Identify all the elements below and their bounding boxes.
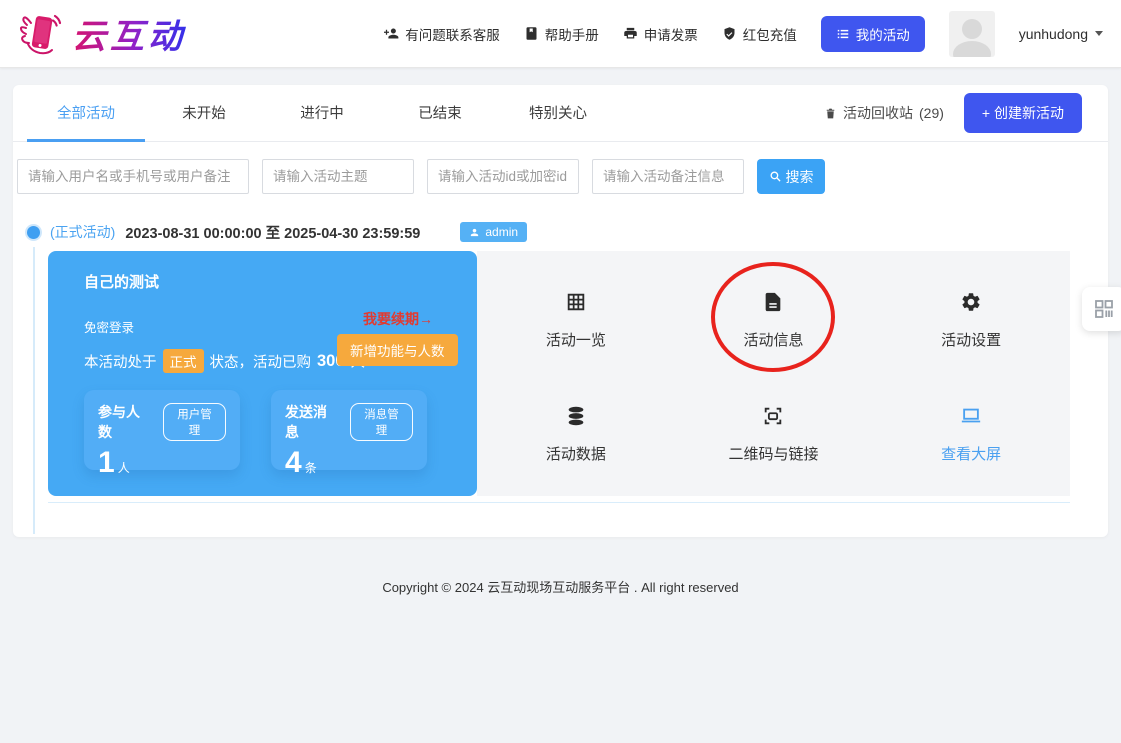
main-panel: 全部活动 未开始 进行中 已结束 特别关心 活动回收站 (29) + 创建新活动…	[13, 85, 1108, 537]
nav-label: 帮助手册	[545, 24, 599, 44]
messages-unit: 条	[305, 461, 317, 475]
nav-request-invoice[interactable]: 申请发票	[623, 24, 698, 44]
recycle-bin-label: 活动回收站	[843, 103, 913, 123]
recycle-bin-count: (29)	[919, 105, 944, 121]
nav-label: 红包充值	[743, 24, 797, 44]
participants-label: 参与人数	[98, 402, 153, 442]
action-label: 活动数据	[546, 443, 606, 464]
action-label: 活动设置	[941, 329, 1001, 350]
tab-all-activities[interactable]: 全部活动	[27, 85, 145, 142]
list-icon	[836, 27, 850, 41]
activity-row: 自己的测试 免密登录 我要续期→ 本活动处于 正式 状态，活动已购 300 人 …	[48, 251, 1070, 496]
book-icon	[524, 26, 539, 41]
messages-label: 发送消息	[285, 402, 340, 442]
action-view-big-screen[interactable]: 查看大屏	[872, 378, 1070, 493]
tab-ended[interactable]: 已结束	[381, 85, 499, 142]
participants-value: 1	[98, 446, 115, 479]
copyright-text: Copyright © 2024 云互动现场互动服务平台 . All right…	[382, 580, 738, 595]
search-note-input[interactable]	[592, 159, 744, 194]
quick-nav-button[interactable]	[1082, 287, 1121, 331]
stats-row: 参与人数 用户管理 1人 发送消息 消息管理 4条	[84, 390, 477, 470]
user-management-button[interactable]: 用户管理	[163, 403, 226, 441]
action-label: 活动信息	[743, 329, 803, 350]
status-middle: 状态，活动已购	[210, 351, 312, 372]
database-icon	[565, 405, 587, 427]
my-activities-button[interactable]: 我的活动	[821, 16, 925, 52]
renew-link[interactable]: 我要续期→	[363, 309, 433, 329]
search-topic-input[interactable]	[262, 159, 414, 194]
activity-title[interactable]: 自己的测试	[84, 271, 477, 292]
messages-value: 4	[285, 446, 302, 479]
tab-special-follow[interactable]: 特别关心	[499, 85, 617, 142]
logo-text: 云互动	[72, 9, 186, 58]
document-icon	[762, 291, 784, 313]
header-nav: 有问题联系客服 帮助手册 申请发票 红包充值 我的活动	[384, 11, 1103, 57]
activity-row-header: (正式活动) 2023-08-31 00:00:00 至 2025-04-30 …	[27, 222, 1108, 242]
search-icon	[769, 170, 782, 183]
upgrade-button[interactable]: 新增功能与人数	[337, 334, 458, 366]
tabs-row: 全部活动 未开始 进行中 已结束 特别关心 活动回收站 (29) + 创建新活动	[13, 85, 1108, 142]
row-divider	[48, 502, 1070, 503]
nav-label: 有问题联系客服	[405, 24, 500, 44]
activity-card[interactable]: 自己的测试 免密登录 我要续期→ 本活动处于 正式 状态，活动已购 300 人 …	[48, 251, 477, 496]
shield-check-icon	[722, 26, 737, 41]
gear-icon	[960, 291, 982, 313]
message-management-button[interactable]: 消息管理	[350, 403, 413, 441]
apps-layout-icon	[1092, 297, 1116, 321]
owner-badge: admin	[460, 222, 527, 242]
status-prefix: 本活动处于	[84, 351, 157, 372]
action-activity-data[interactable]: 活动数据	[477, 378, 675, 493]
top-header: 云互动 有问题联系客服 帮助手册 申请发票 红包充值	[0, 0, 1121, 68]
printer-icon	[623, 26, 638, 41]
username: yunhudong	[1019, 26, 1088, 42]
person-icon	[469, 227, 480, 238]
search-button-label: 搜索	[786, 167, 814, 187]
user-menu[interactable]: yunhudong	[1019, 26, 1103, 42]
action-label: 查看大屏	[941, 443, 1001, 464]
user-plus-icon	[384, 26, 399, 41]
grid-icon	[565, 291, 587, 313]
search-row: 搜索	[13, 142, 1108, 194]
action-activity-info[interactable]: 活动信息	[675, 263, 873, 378]
activity-status-dot	[27, 226, 40, 239]
nav-red-packet-recharge[interactable]: 红包充值	[722, 24, 797, 44]
my-activities-label: 我的活动	[856, 24, 910, 44]
nav-help-manual[interactable]: 帮助手册	[524, 24, 599, 44]
avatar[interactable]	[949, 11, 995, 57]
participants-stat-box: 参与人数 用户管理 1人	[84, 390, 240, 470]
action-label: 二维码与链接	[728, 443, 818, 464]
messages-stat-box: 发送消息 消息管理 4条	[271, 390, 427, 470]
activity-date-range: 2023-08-31 00:00:00 至 2025-04-30 23:59:5…	[125, 222, 420, 243]
logo[interactable]: 云互动	[18, 9, 186, 58]
chevron-down-icon	[1095, 31, 1103, 36]
search-id-input[interactable]	[427, 159, 579, 194]
owner-badge-label: admin	[485, 225, 518, 239]
action-label: 活动一览	[546, 329, 606, 350]
search-button[interactable]: 搜索	[757, 159, 825, 194]
logo-phone-icon	[18, 10, 66, 58]
status-badge: 正式	[163, 349, 204, 373]
action-activity-overview[interactable]: 活动一览	[477, 263, 675, 378]
laptop-icon	[960, 405, 982, 427]
action-activity-settings[interactable]: 活动设置	[872, 263, 1070, 378]
action-qrcode-links[interactable]: 二维码与链接	[675, 378, 873, 493]
tab-in-progress[interactable]: 进行中	[263, 85, 381, 142]
participants-unit: 人	[118, 461, 130, 475]
activity-type-label: (正式活动)	[50, 222, 115, 242]
trash-icon	[824, 107, 837, 120]
qrcode-scan-icon	[762, 405, 784, 427]
footer: Copyright © 2024 云互动现场互动服务平台 . All right…	[0, 577, 1121, 596]
nav-label: 申请发票	[644, 24, 698, 44]
activity-actions: 活动一览 活动信息 活动设置	[477, 251, 1070, 496]
search-user-input[interactable]	[17, 159, 249, 194]
recycle-bin-link[interactable]: 活动回收站 (29)	[824, 85, 944, 141]
tab-not-started[interactable]: 未开始	[145, 85, 263, 142]
nav-contact-support[interactable]: 有问题联系客服	[384, 24, 500, 44]
timeline-line	[33, 247, 35, 534]
create-activity-button[interactable]: + 创建新活动	[964, 93, 1082, 133]
